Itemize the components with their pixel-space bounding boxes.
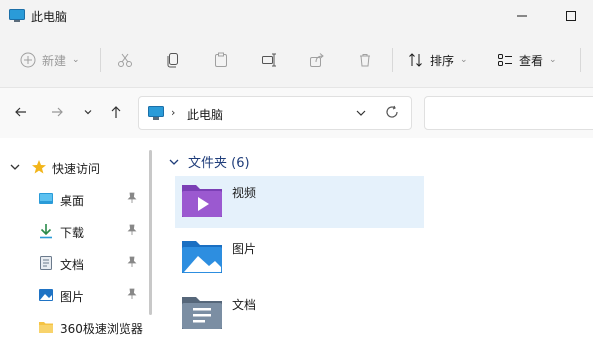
pictures-folder-icon [181,238,223,277]
command-bar: 新建 ⌄ 排序 ⌄ 查看 ⌄ [0,32,593,88]
folder-item-pictures[interactable]: 图片 [175,232,424,284]
paste-icon [215,52,227,67]
documents-folder-icon [181,294,223,333]
address-dropdown-button[interactable] [355,107,367,122]
rename-icon [262,53,276,67]
sort-button[interactable]: 排序 ⌄ [408,44,468,76]
view-button[interactable]: 查看 ⌄ [497,44,557,76]
folder-item-label: 图片 [232,242,257,256]
delete-button[interactable] [357,44,373,76]
sidebar-item-label: 图片 [60,290,85,304]
minimize-button[interactable] [500,0,544,32]
chevron-down-icon [356,110,366,116]
sidebar-item-label: 文档 [60,258,85,272]
maximize-button[interactable] [549,0,593,32]
rename-button[interactable] [261,44,277,76]
cut-button[interactable] [117,44,133,76]
new-button[interactable]: 新建 ⌄ [20,44,80,76]
group-header-folders[interactable]: 文件夹 (6) [168,152,250,171]
breadcrumb-separator: › [171,106,176,119]
chevron-down-icon: ⌄ [72,55,80,65]
pin-icon [126,288,138,303]
this-pc-icon [9,9,25,26]
chevron-down-icon [169,159,179,165]
title-bar: 此电脑 [0,0,593,32]
chevron-down-icon[interactable] [9,161,21,176]
download-icon [38,223,54,242]
arrow-up-icon [111,106,121,118]
copy-button[interactable] [165,44,181,76]
pin-icon [126,256,138,271]
sidebar-item-documents[interactable]: 文档 [0,251,150,275]
copy-icon [167,53,178,68]
maximize-icon [566,11,576,21]
chevron-down-icon: ⌄ [460,55,468,65]
toolbar-divider [580,48,581,72]
new-label: 新建 [42,53,67,68]
group-title: 文件夹 (6) [188,156,250,171]
paste-button[interactable] [213,44,229,76]
sidebar-item-label: 下载 [60,226,85,240]
delete-icon [360,54,370,67]
toolbar-divider [392,48,393,72]
search-input[interactable] [424,96,593,130]
pin-icon [126,192,138,207]
window-title: 此电脑 [31,10,68,24]
sidebar-item-360-browser[interactable]: 360极速浏览器 [0,315,150,339]
new-icon [20,52,36,68]
share-icon [310,53,324,67]
folder-item-label: 视频 [232,186,257,200]
sidebar-item-label: 360极速浏览器 [60,322,143,336]
chevron-down-icon [84,110,92,115]
refresh-icon [386,105,398,118]
sort-label: 排序 [430,53,455,68]
view-label: 查看 [519,53,544,68]
sidebar-item-downloads[interactable]: 下载 [0,219,150,243]
desktop-icon [38,191,54,210]
minimize-icon [517,15,527,17]
folder-item-documents[interactable]: 文档 [175,288,424,340]
back-button[interactable] [9,100,33,124]
sidebar-item-pictures[interactable]: 图片 [0,283,150,307]
address-bar[interactable]: › 此电脑 [138,96,412,130]
recent-locations-button[interactable] [76,100,100,124]
sidebar-item-label: 桌面 [60,194,85,208]
documents-icon [38,255,54,274]
view-icon [498,54,512,66]
toolbar-divider [100,48,101,72]
arrow-right-icon [52,107,63,117]
star-icon [31,159,47,178]
pictures-icon [38,287,54,306]
chevron-down-icon: ⌄ [549,55,557,65]
folder-icon [38,319,54,338]
breadcrumb-this-pc[interactable]: 此电脑 [187,106,223,123]
this-pc-icon [148,106,164,124]
refresh-button[interactable] [385,105,399,122]
sidebar-scrollbar[interactable] [149,150,152,315]
folder-item-videos[interactable]: 视频 [175,176,424,228]
videos-folder-icon [181,182,223,221]
forward-button[interactable] [45,100,69,124]
sidebar-item-quick-access[interactable]: 快速访问 [0,155,150,179]
sidebar-item-desktop[interactable]: 桌面 [0,187,150,211]
sidebar-item-label: 快速访问 [52,162,101,176]
folder-item-label: 文档 [232,298,257,312]
share-button[interactable] [309,44,325,76]
pin-icon [126,224,138,239]
sort-icon [409,53,422,67]
up-button[interactable] [104,100,128,124]
cut-icon [118,53,132,67]
arrow-left-icon [15,107,26,117]
